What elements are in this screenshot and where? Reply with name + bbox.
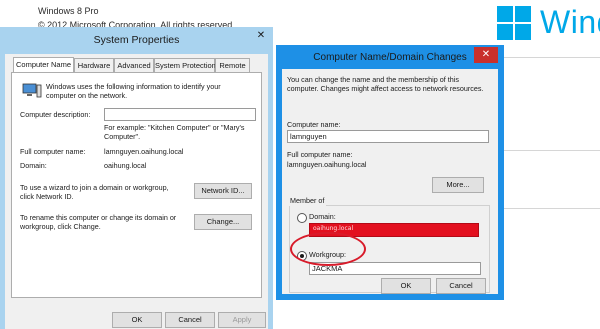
windows-edition-text: Windows 8 Pro [38, 6, 99, 16]
cancel-button[interactable]: Cancel [436, 278, 486, 294]
full-computer-name-label: Full computer name: [287, 150, 353, 159]
domain-input-value: oaihung.local [313, 225, 354, 232]
tab-remote[interactable]: Remote [215, 58, 250, 72]
dialog-intro-text: You can change the name and the membersh… [287, 75, 484, 93]
domain-radio[interactable] [297, 213, 307, 223]
windows-brand-text: Wind [540, 4, 600, 40]
apply-button[interactable]: Apply [218, 312, 266, 328]
network-id-button[interactable]: Network ID... [194, 183, 252, 199]
domain-radio-label: Domain: [309, 212, 336, 221]
annotation-ellipse [290, 232, 366, 266]
close-icon[interactable]: ✕ [250, 29, 272, 43]
computer-name-input[interactable]: lamnguyen [287, 130, 489, 143]
system-properties-window: System Properties ✕ Computer Name Hardwa… [0, 27, 273, 329]
windows-logo-icon [497, 6, 531, 40]
full-computer-name-value: lamnguyen.oaihung.local [104, 147, 184, 156]
network-id-text: To use a wizard to join a domain or work… [20, 183, 169, 201]
ok-button[interactable]: OK [381, 278, 431, 294]
computer-description-input[interactable] [104, 108, 256, 121]
rename-text: To rename this computer or change its do… [20, 213, 177, 231]
member-of-label: Member of [288, 196, 327, 206]
computer-name-panel: Windows uses the following information t… [11, 72, 262, 298]
close-icon[interactable]: ✕ [474, 47, 498, 63]
full-computer-name-label: Full computer name: [20, 147, 86, 156]
tab-hardware[interactable]: Hardware [74, 58, 114, 72]
computer-name-label: Computer name: [287, 120, 341, 129]
dialog-title: Computer Name/Domain Changes [313, 52, 467, 63]
description-example-text: For example: "Kitchen Computer" or "Mary… [104, 123, 245, 141]
change-button[interactable]: Change... [194, 214, 252, 230]
full-computer-name-value: lamnguyen.oaihung.local [287, 160, 367, 169]
window-body: Computer Name Hardware Advanced System P… [5, 54, 268, 329]
domain-value: oaihung.local [104, 161, 147, 170]
tab-system-protection[interactable]: System Protection [154, 58, 216, 72]
cancel-button[interactable]: Cancel [165, 312, 215, 328]
tab-computer-name[interactable]: Computer Name [13, 57, 74, 73]
more-button[interactable]: More... [432, 177, 484, 193]
intro-text: Windows uses the following information t… [46, 82, 221, 100]
window-title: System Properties [93, 34, 180, 46]
domain-label: Domain: [20, 161, 47, 170]
computer-description-label: Computer description: [20, 110, 91, 119]
ok-button[interactable]: OK [112, 312, 162, 328]
computer-icon [22, 83, 42, 98]
tab-advanced[interactable]: Advanced [114, 58, 154, 72]
